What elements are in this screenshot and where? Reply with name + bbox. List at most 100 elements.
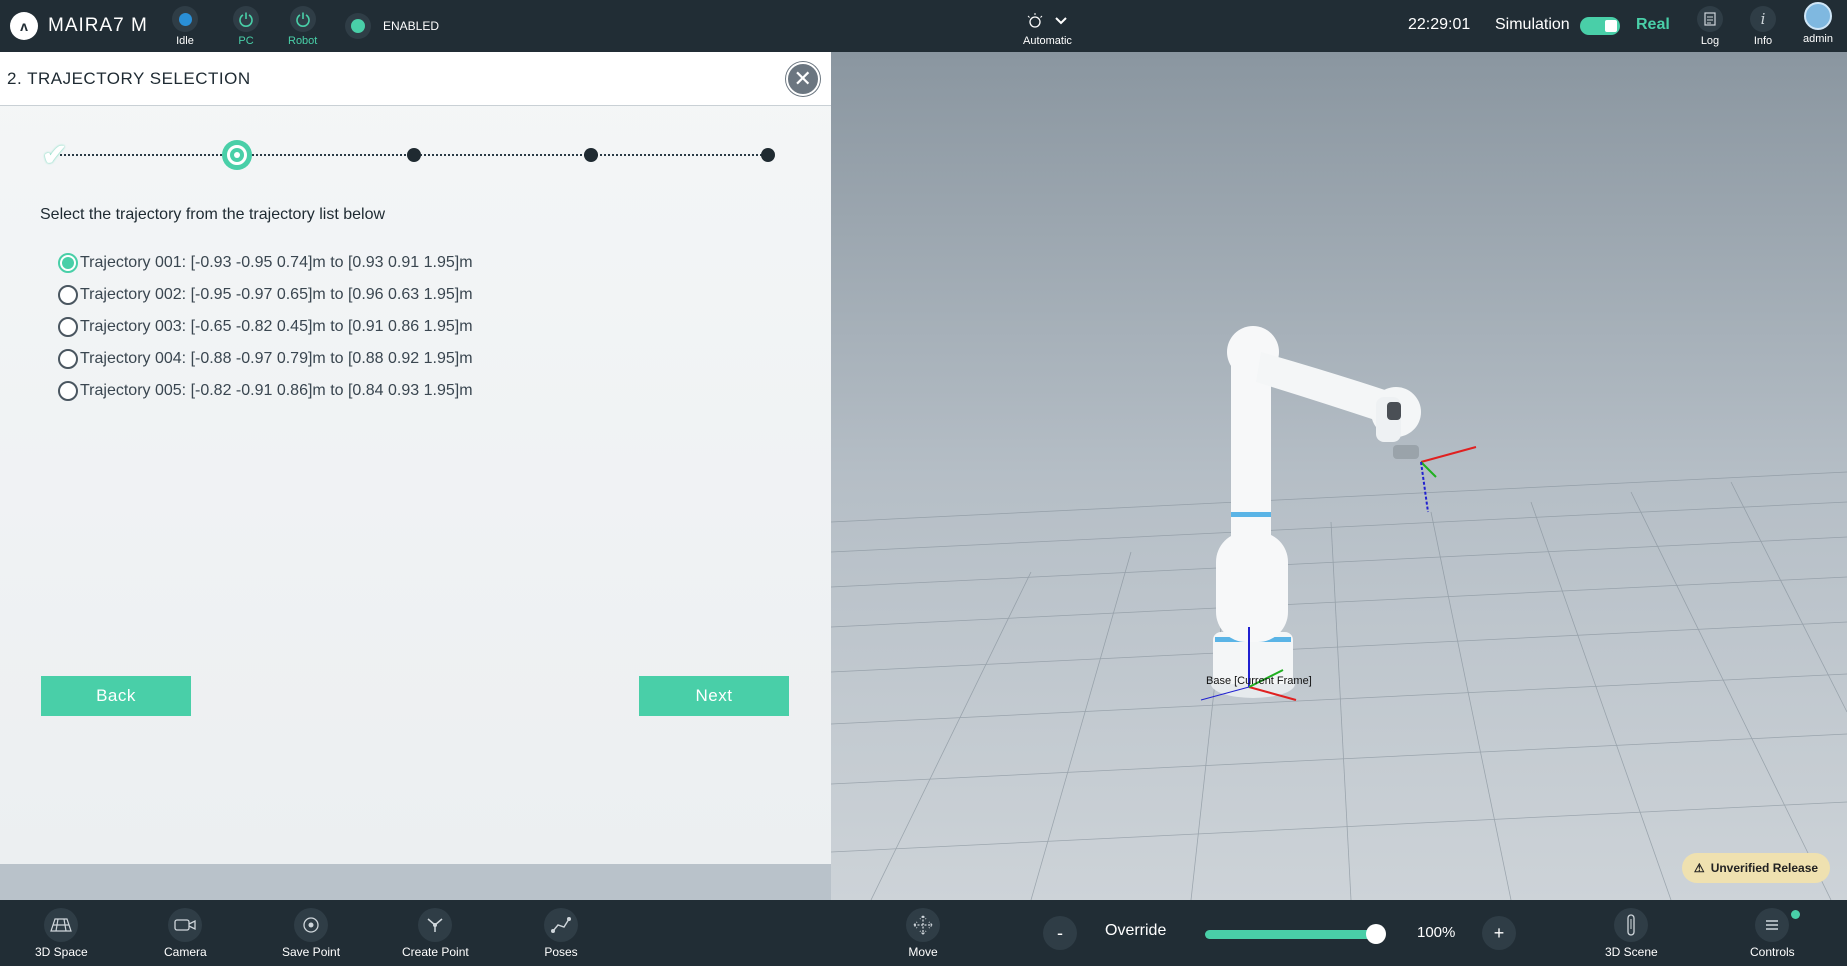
trajectory-label: Trajectory 002: [-0.95 -0.97 0.65]m to […	[80, 286, 473, 303]
controls-status-dot	[1791, 910, 1800, 919]
status-idle[interactable]: Idle	[172, 6, 198, 47]
enabled-label: ENABLED	[383, 19, 440, 33]
save-point-button[interactable]: Save Point	[282, 908, 340, 959]
back-button[interactable]: Back	[41, 676, 191, 716]
unverified-label: Unverified Release	[1710, 861, 1819, 875]
trajectory-item[interactable]: Trajectory 004: [-0.88 -0.97 0.79]m to […	[58, 343, 473, 375]
radio-checked-icon[interactable]	[58, 253, 78, 273]
status-robot-label: Robot	[288, 35, 318, 47]
robot-name: MAIRA7 M	[48, 15, 148, 36]
user-menu[interactable]: admin	[1803, 2, 1833, 45]
trajectory-item[interactable]: Trajectory 003: [-0.65 -0.82 0.45]m to […	[58, 311, 473, 343]
trajectory-item[interactable]: Trajectory 001: [-0.93 -0.95 0.74]m to […	[58, 247, 473, 279]
move-icon	[906, 908, 940, 942]
move-button[interactable]: Move	[906, 908, 940, 959]
bottom-toolbar: 3D Space Camera Save Point Create Point …	[0, 900, 1847, 966]
simulation-real-toggle[interactable]	[1580, 17, 1620, 35]
close-button[interactable]: ✕	[786, 62, 820, 96]
poses-button[interactable]: Poses	[544, 908, 578, 959]
trajectory-item[interactable]: Trajectory 005: [-0.82 -0.91 0.86]m to […	[58, 375, 473, 407]
radio-icon[interactable]	[58, 285, 78, 305]
override-slider[interactable]	[1205, 930, 1377, 939]
status-dot-icon	[172, 6, 198, 32]
step-5	[761, 148, 775, 162]
save-point-icon	[294, 908, 329, 942]
poses-label: Poses	[544, 945, 578, 959]
radio-icon[interactable]	[58, 317, 78, 337]
trajectory-label: Trajectory 001: [-0.93 -0.95 0.74]m to […	[80, 254, 473, 271]
clock: 22:29:01	[1408, 16, 1471, 33]
3d-viewport[interactable]	[830, 52, 1847, 901]
3d-scene-icon	[1614, 908, 1649, 942]
mode-label: Automatic	[1023, 35, 1072, 47]
step-4	[584, 148, 598, 162]
info-icon: i	[1750, 6, 1776, 32]
next-button[interactable]: Next	[639, 676, 789, 716]
create-point-icon	[418, 908, 453, 942]
save-point-label: Save Point	[282, 945, 341, 959]
avatar	[1803, 2, 1832, 30]
3d-scene-render	[830, 52, 1847, 901]
trajectory-item[interactable]: Trajectory 002: [-0.95 -0.97 0.65]m to […	[58, 279, 473, 311]
info-button[interactable]: i Info	[1750, 6, 1776, 47]
power-icon	[233, 6, 259, 32]
camera-label: Camera	[164, 945, 207, 959]
brand: ʌ MAIRA7 M	[10, 12, 148, 40]
3d-space-button[interactable]: 3D Space	[35, 908, 88, 959]
controls-button[interactable]: Controls	[1750, 908, 1795, 959]
3d-scene-label: 3D Scene	[1605, 945, 1658, 959]
override-slider-thumb[interactable]	[1366, 924, 1386, 944]
step-3	[407, 148, 421, 162]
override-increase-button[interactable]: +	[1482, 916, 1516, 950]
real-label: Real	[1636, 16, 1670, 33]
status-idle-label: Idle	[176, 35, 194, 47]
top-bar: ʌ MAIRA7 M Idle PC Robot ENABLED Automat…	[0, 0, 1847, 52]
status-pc-label: PC	[238, 35, 254, 47]
enabled-toggle[interactable]: ENABLED	[345, 13, 439, 39]
3d-space-label: 3D Space	[35, 945, 88, 959]
mode-selector[interactable]: Automatic	[1023, 6, 1072, 47]
enabled-dot-icon	[345, 13, 371, 39]
camera-button[interactable]: Camera	[164, 908, 207, 959]
unverified-release-badge: ⚠ Unverified Release	[1682, 853, 1830, 883]
simulation-label: Simulation	[1495, 16, 1570, 33]
radio-icon[interactable]	[58, 381, 78, 401]
trajectory-list: Trajectory 001: [-0.93 -0.95 0.74]m to […	[58, 247, 473, 407]
3d-space-icon	[44, 908, 79, 942]
log-label: Log	[1700, 35, 1720, 47]
trajectory-label: Trajectory 003: [-0.65 -0.82 0.45]m to […	[80, 318, 473, 335]
step-current	[222, 140, 252, 170]
radio-icon[interactable]	[58, 349, 78, 369]
create-point-label: Create Point	[402, 945, 469, 959]
log-button[interactable]: Log	[1697, 6, 1723, 47]
close-icon: ✕	[793, 66, 813, 91]
create-point-button[interactable]: Create Point	[402, 908, 469, 959]
move-label: Move	[908, 945, 938, 959]
instruction-text: Select the trajectory from the trajector…	[40, 206, 386, 223]
automatic-mode-icon	[1028, 12, 1043, 28]
camera-icon	[168, 908, 203, 942]
warning-icon: ⚠	[1693, 861, 1705, 875]
trajectory-label: Trajectory 004: [-0.88 -0.97 0.79]m to […	[80, 350, 473, 367]
override-value: 100%	[1417, 924, 1456, 941]
panel-header: 2. TRAJECTORY SELECTION ✕	[0, 52, 831, 106]
maira-logo-icon: ʌ	[10, 12, 38, 40]
base-frame-label: Base [Current Frame]	[1206, 675, 1312, 687]
controls-label: Controls	[1750, 945, 1795, 959]
override-label: Override	[1105, 922, 1167, 939]
progress-stepper: ✔	[42, 139, 775, 172]
info-label: Info	[1753, 35, 1773, 47]
power-icon	[289, 6, 316, 32]
trajectory-label: Trajectory 005: [-0.82 -0.91 0.86]m to […	[80, 382, 473, 399]
step-done-check-icon: ✔	[42, 139, 68, 172]
3d-scene-button[interactable]: 3D Scene	[1605, 908, 1658, 959]
page-title: 2. TRAJECTORY SELECTION	[7, 68, 251, 88]
poses-icon	[544, 908, 578, 942]
chevron-down-icon	[1055, 16, 1068, 24]
override-decrease-button[interactable]: -	[1043, 916, 1077, 950]
status-pc[interactable]: PC	[233, 6, 259, 47]
trajectory-panel: 2. TRAJECTORY SELECTION ✕	[0, 52, 831, 864]
status-robot[interactable]: Robot	[288, 6, 317, 47]
controls-icon	[1755, 908, 1790, 942]
log-icon	[1697, 6, 1723, 32]
